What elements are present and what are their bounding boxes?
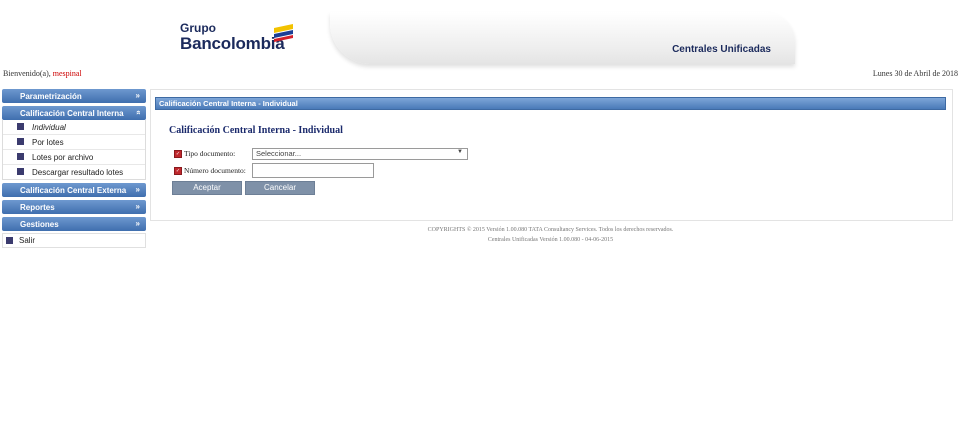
submenu-item-por-lotes[interactable]: Por lotes [3,135,145,150]
app-title: Centrales Unificadas [672,44,771,55]
chevron-down-icon: » [135,91,140,100]
sidebar-menu: Parametrización » Calificación Central I… [2,89,146,248]
numero-documento-input[interactable] [252,163,374,178]
logo-grupo-text: Grupo [180,21,216,35]
chevron-down-icon: » [135,202,140,211]
chevron-down-icon: » [135,219,140,228]
menu-reportes[interactable]: Reportes » [2,200,146,214]
username: mespinal [52,69,82,78]
submenu-central-interna: Individual Por lotes Lotes por archivo D… [2,120,146,180]
chevron-down-icon: » [135,185,140,194]
numero-documento-label: Número documento: [184,166,246,175]
header-banner: Centrales Unificadas [330,12,795,64]
chevron-up-icon: » [133,110,143,115]
required-marker-icon: ✓ [174,167,182,175]
menu-label: Gestiones [20,220,59,229]
bancolombia-logo: Grupo Bancolombia [180,22,285,52]
menu-label: Calificación Central Interna [20,109,124,118]
exit-link[interactable]: Salir [2,233,146,248]
menu-gestiones[interactable]: Gestiones » [2,217,146,231]
welcome-message: Bienvenido(a), mespinal [3,69,82,78]
menu-label: Calificación Central Externa [20,186,127,195]
submenu-item-descargar-resultado-lotes[interactable]: Descargar resultado lotes [3,165,145,179]
menu-calificacion-central-externa[interactable]: Calificación Central Externa » [2,183,146,197]
menu-parametrizacion[interactable]: Parametrización » [2,89,146,103]
form-title: Calificación Central Interna - Individua… [169,125,343,136]
main-panel: Calificación Central Interna - Individua… [150,89,953,221]
menu-calificacion-central-interna[interactable]: Calificación Central Interna » [2,106,146,120]
bullet-square-icon [17,168,24,175]
panel-title: Calificación Central Interna - Individua… [159,99,298,108]
welcome-prefix: Bienvenido(a), [3,69,51,78]
required-marker-icon: ✓ [174,150,182,158]
menu-label: Reportes [20,203,55,212]
logo-bank-text: Bancolombia [180,34,285,53]
tipo-documento-select[interactable]: Seleccionar... ▼ [252,148,468,160]
footer-copyright: COPYRIGHTS © 2015 Versión 1.00.080 TATA … [427,227,674,233]
accept-button[interactable]: Aceptar [172,181,242,195]
current-date: Lunes 30 de Abril de 2018 [872,69,958,78]
cancel-button[interactable]: Cancelar [245,181,315,195]
footer-version: Centrales Unificadas Versión 1.00.080 - … [487,237,614,243]
submenu-item-label: Por lotes [32,138,64,147]
select-value: Seleccionar... [256,149,302,158]
bullet-square-icon [17,123,24,130]
bullet-square-icon [17,138,24,145]
panel-header: Calificación Central Interna - Individua… [155,97,946,110]
tipo-documento-label: Tipo documento: [184,149,236,158]
submenu-item-individual[interactable]: Individual [3,120,145,135]
bullet-square-icon [17,153,24,160]
bancolombia-flag-icon [274,24,293,42]
submenu-item-label: Descargar resultado lotes [32,168,124,177]
submenu-item-lotes-por-archivo[interactable]: Lotes por archivo [3,150,145,165]
menu-label: Parametrización [20,92,82,101]
bullet-square-icon [6,237,13,244]
submenu-item-label: Individual [32,123,66,132]
submenu-item-label: Lotes por archivo [32,153,94,162]
dropdown-arrow-icon: ▼ [457,149,463,155]
exit-label: Salir [19,236,36,245]
